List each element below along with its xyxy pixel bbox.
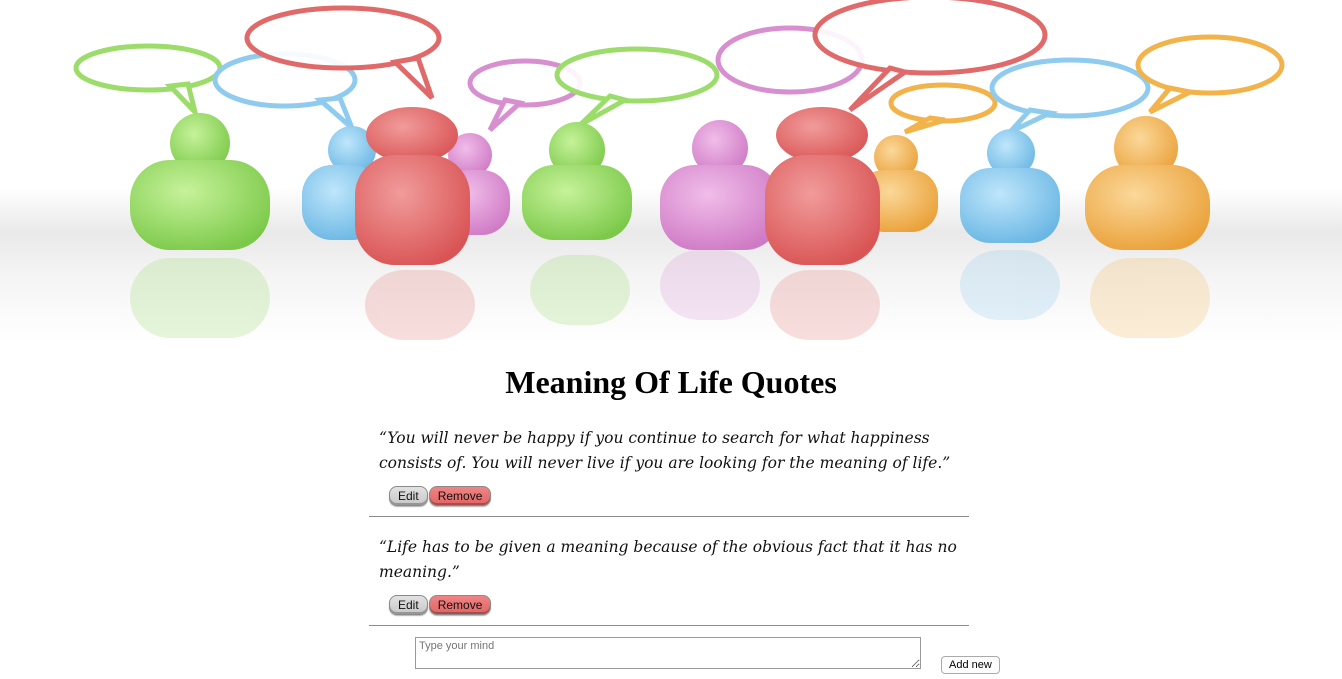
- remove-button[interactable]: Remove: [428, 595, 492, 615]
- figure-red-left: [355, 107, 470, 265]
- edit-button[interactable]: Edit: [389, 486, 428, 506]
- quote-actions: Edit Remove: [379, 595, 959, 617]
- hero-banner: [0, 0, 1342, 342]
- figure-blue-right: [960, 129, 1060, 243]
- figure-green-left: [130, 113, 270, 250]
- quote-actions: Edit Remove: [379, 486, 959, 508]
- edit-button[interactable]: Edit: [389, 595, 428, 615]
- figure-orange-right: [1085, 116, 1210, 250]
- remove-button[interactable]: Remove: [428, 486, 492, 506]
- quote-composer: [415, 637, 921, 674]
- quote-text: “Life has to be given a meaning because …: [379, 538, 957, 581]
- figure-green-center: [522, 122, 632, 240]
- add-new-button[interactable]: Add new: [941, 656, 1000, 674]
- figure-pink-center: [660, 120, 780, 250]
- speech-bubble-icon: [73, 0, 1285, 135]
- page-title: Meaning Of Life Quotes: [505, 364, 837, 400]
- quote-text: “You will never be happy if you continue…: [379, 429, 951, 472]
- hero-illustration: [73, 0, 1285, 340]
- quote-item: “Life has to be given a meaning because …: [369, 517, 969, 626]
- quote-list: “You will never be happy if you continue…: [369, 420, 969, 626]
- figure-red-center: [765, 107, 880, 265]
- quote-item: “You will never be happy if you continue…: [369, 420, 969, 517]
- quote-input[interactable]: [415, 637, 921, 669]
